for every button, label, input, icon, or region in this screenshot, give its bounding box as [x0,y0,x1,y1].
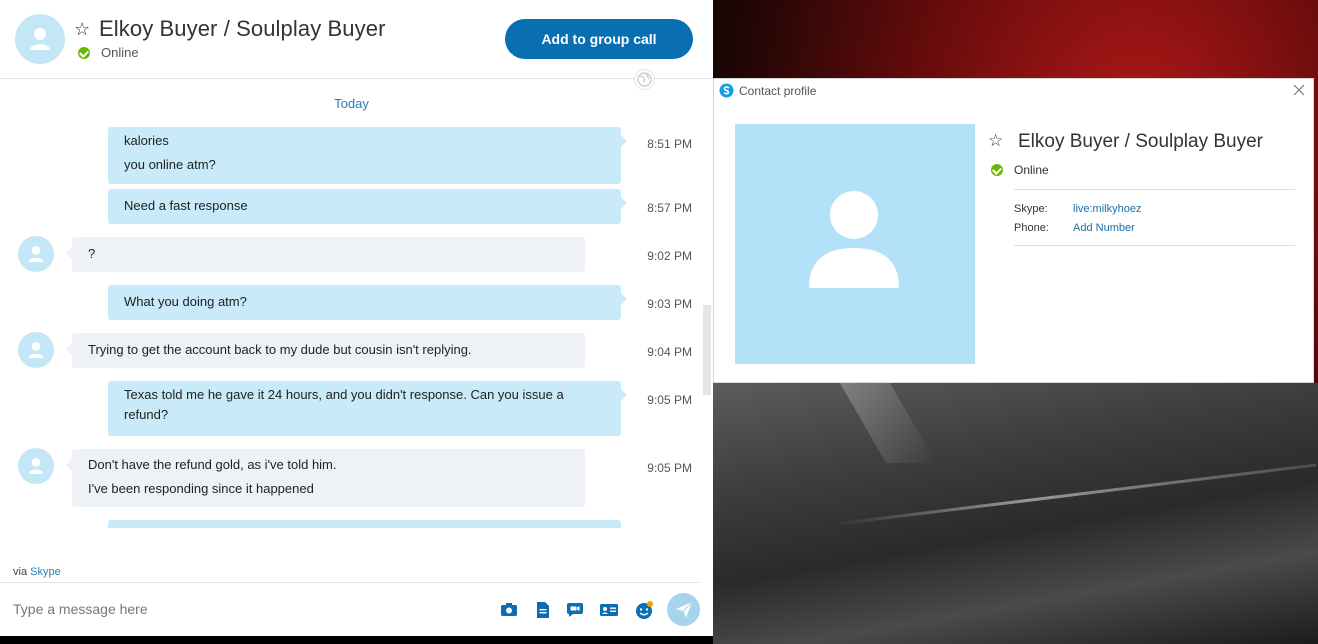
video-message-icon[interactable] [565,600,585,620]
send-icon [675,601,692,618]
message-time: 8:57 PM [647,201,692,215]
contact-card-icon[interactable] [599,600,619,620]
desktop-wallpaper-laptop [713,383,1318,644]
via-prefix: via [13,566,28,578]
globe-glyph [637,72,652,87]
online-status-icon [991,164,1003,176]
profile-divider [1014,245,1295,246]
contact-name: Elkoy Buyer / Soulplay Buyer [99,16,386,41]
message-time: 9:05 PM [647,393,692,407]
message-input[interactable] [13,598,483,620]
message-bubble-incoming[interactable]: Trying to get the account back to my dud… [66,333,585,368]
chat-window: ☆ Elkoy Buyer / Soulplay Buyer Online Ad… [0,0,713,636]
person-icon [28,246,44,262]
send-button[interactable] [667,593,700,626]
file-icon[interactable] [533,600,553,620]
message-text: you online atm? [124,157,216,172]
contact-avatar-small[interactable] [18,332,54,368]
message-bubble-outgoing-partial[interactable] [108,520,621,528]
message-text: Don't have the refund gold, as i've told… [88,457,337,472]
emoticon-icon[interactable] [634,600,654,620]
online-status-icon [78,47,90,59]
close-icon[interactable] [1292,83,1306,97]
favorite-star-icon[interactable]: ☆ [988,131,1003,151]
message-text: refund? [124,407,169,422]
person-icon [28,342,44,358]
contact-avatar-small[interactable] [18,236,54,272]
message-text: What you doing atm? [124,294,247,309]
message-time: 9:02 PM [647,249,692,263]
skype-logo-icon [719,83,734,98]
profile-divider [1014,189,1295,190]
message-text: I've been responding since it happened [88,481,314,496]
person-silhouette-icon [809,191,899,288]
message-text: kalories [124,133,169,148]
message-text: Trying to get the account back to my dud… [88,342,472,357]
compose-divider [0,582,700,583]
contact-avatar[interactable] [15,14,65,64]
profile-window-title: Contact profile [739,84,817,98]
message-text: Need a fast response [124,198,248,213]
profile-contact-name: Elkoy Buyer / Soulplay Buyer [1018,131,1264,152]
message-time: 9:04 PM [647,345,692,359]
chat-header: ☆ Elkoy Buyer / Soulplay Buyer Online Ad… [0,0,713,79]
media-icon[interactable] [499,600,519,620]
person-icon [30,28,50,50]
day-separator: Today [334,96,369,111]
via-skype-link[interactable]: Skype [30,566,61,578]
skype-id-value[interactable]: live:milkyhoez [1073,203,1141,215]
profile-contact-status: Online [1014,163,1049,177]
message-bubble-outgoing[interactable]: Texas told me he gave it 24 hours, and y… [108,381,627,436]
message-bubble-incoming[interactable]: Don't have the refund gold, as i've told… [66,449,585,507]
via-label: via Skype [13,566,61,578]
contact-profile-window: Contact profile ☆ Elkoy Buyer / Soulplay… [713,78,1314,383]
contact-avatar-small[interactable] [18,448,54,484]
message-time: 8:51 PM [647,137,692,151]
globe-icon[interactable] [634,69,655,90]
message-bubble-outgoing[interactable]: Need a fast response [108,189,627,224]
profile-titlebar[interactable]: Contact profile [714,79,1313,103]
add-to-group-call-button[interactable]: Add to group call [505,19,693,59]
message-bubble-outgoing[interactable]: kalories you online atm? [108,127,627,184]
message-text: Texas told me he gave it 24 hours, and y… [124,387,564,402]
person-icon [28,458,44,474]
contact-status: Online [101,45,139,60]
message-time: 9:05 PM [647,461,692,475]
add-number-link[interactable]: Add Number [1073,222,1135,234]
message-time: 9:03 PM [647,297,692,311]
favorite-star-icon[interactable]: ☆ [74,19,90,40]
chat-scrollbar[interactable] [703,305,711,395]
message-bubble-incoming[interactable]: ? [66,237,585,272]
profile-photo [735,124,975,364]
phone-label: Phone: [1014,222,1049,234]
skype-id-label: Skype: [1014,203,1048,215]
message-text: ? [88,246,96,261]
message-bubble-outgoing[interactable]: What you doing atm? [108,285,627,320]
